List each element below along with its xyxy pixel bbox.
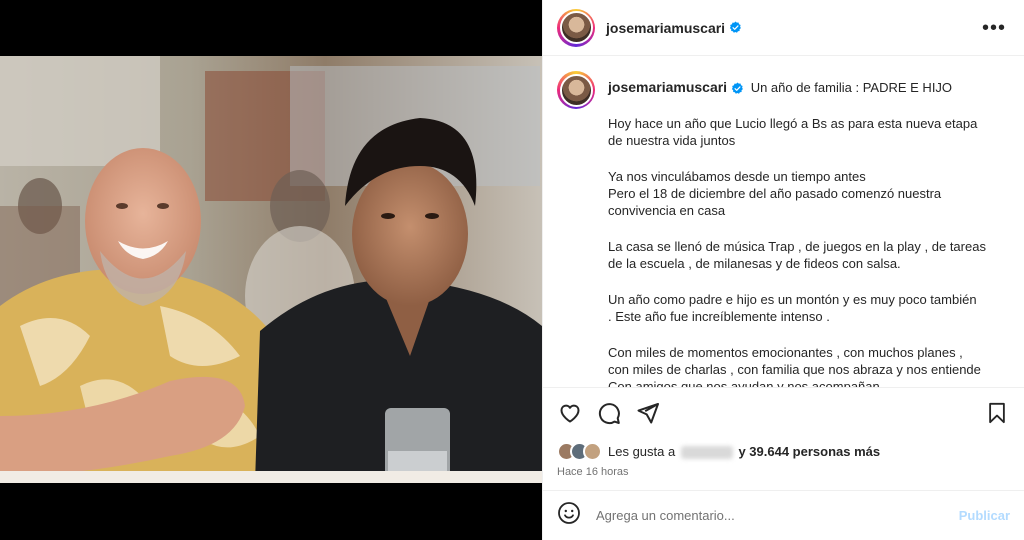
caption-verified-badge-icon (731, 82, 744, 95)
liker-avatar[interactable] (583, 442, 602, 461)
caption-line: Ya nos vinculábamos desde un tiempo ante… (608, 169, 866, 184)
caption-line: Un año como padre e hijo es un montón y … (608, 292, 977, 307)
avatar-image (559, 11, 593, 44)
publish-button[interactable]: Publicar (959, 508, 1010, 523)
caption-line: de la escuela , de milanesas y de fideos… (608, 256, 901, 271)
caption-paragraph: Un año como padre e hijo es un montón y … (608, 291, 986, 325)
caption-line: convivencia en casa (608, 203, 726, 218)
caption-line: Hoy hace un año que Lucio llegó a Bs as … (608, 116, 978, 131)
comment-box: Publicar (543, 490, 1024, 540)
share-icon[interactable] (635, 400, 661, 426)
likes-summary: Les gusta a y 39.644 personas más (557, 442, 1010, 461)
post-photo (0, 56, 542, 483)
blurred-username (680, 446, 733, 460)
caption-paragraph: Ya nos vinculábamos desde un tiempo ante… (608, 168, 986, 219)
caption-avatar-image (559, 73, 593, 107)
liker-avatars (557, 442, 602, 461)
caption-line: Pero el 18 de diciembre del año pasado c… (608, 186, 942, 201)
caption-paragraph: Con miles de momentos emocionantes , con… (608, 344, 986, 387)
caption-line: de nuestra vida juntos (608, 133, 736, 148)
caption-area: josemariamuscari Un año de familia : PAD… (543, 57, 1024, 387)
instagram-post-view: josemariamuscari ••• josemariamuscari Un… (0, 0, 1024, 540)
caption-line: con miles de charlas , con familia que n… (608, 362, 981, 377)
post-timestamp[interactable]: Hace 16 horas (557, 466, 1010, 478)
bookmark-icon[interactable] (984, 400, 1010, 426)
post-media (0, 0, 542, 540)
comment-icon[interactable] (596, 400, 622, 426)
verified-badge-icon (729, 21, 742, 34)
caption-line: Con miles de momentos emocionantes , con… (608, 345, 963, 360)
likes-prefix: Les gusta a (608, 443, 676, 459)
caption-username[interactable]: josemariamuscari (608, 79, 727, 95)
comment-input[interactable] (596, 508, 959, 523)
post-panel: josemariamuscari ••• josemariamuscari Un… (542, 0, 1024, 540)
caption-paragraph: La casa se llenó de música Trap , de jue… (608, 238, 986, 272)
caption-text: josemariamuscari Un año de familia : PAD… (608, 71, 986, 387)
avatar[interactable] (557, 8, 595, 47)
header-username[interactable]: josemariamuscari (606, 20, 725, 36)
post-actions: Les gusta a y 39.644 personas más Hace 1… (543, 387, 1024, 478)
caption-line: . Este año fue increíblemente intenso . (608, 309, 830, 324)
emoji-icon[interactable] (557, 501, 581, 530)
caption-line: Con amigos que nos ayudan y nos acompaña… (608, 379, 880, 387)
caption-line: La casa se llenó de música Trap , de jue… (608, 239, 986, 254)
likes-count[interactable]: y 39.644 personas más (738, 444, 880, 459)
more-horizontal-icon[interactable]: ••• (978, 18, 1010, 38)
caption-avatar[interactable] (557, 71, 595, 109)
heart-icon[interactable] (557, 400, 583, 426)
caption-paragraph: Hoy hace un año que Lucio llegó a Bs as … (608, 115, 986, 149)
post-header: josemariamuscari ••• (543, 0, 1024, 56)
caption-title: Un año de familia : PADRE E HIJO (750, 80, 953, 95)
